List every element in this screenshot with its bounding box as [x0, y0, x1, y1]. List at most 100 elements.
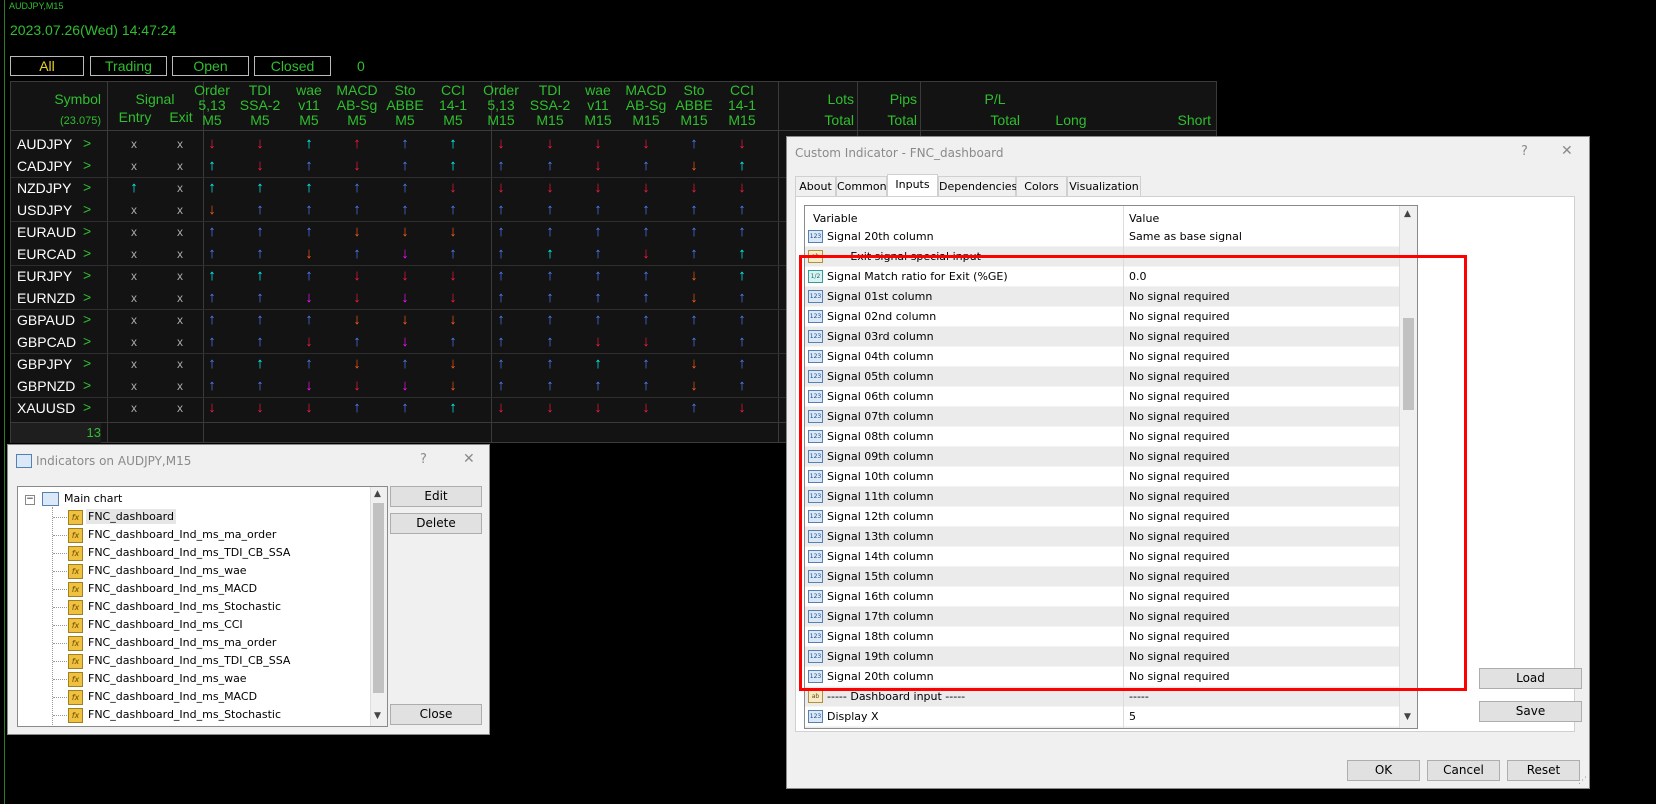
- tree-item[interactable]: FNC_dashboard: [86, 509, 176, 524]
- input-value[interactable]: Same as base signal: [1129, 230, 1242, 243]
- tree-dotted-guide: [52, 507, 53, 726]
- symbol-label[interactable]: NZDJPY: [17, 180, 71, 196]
- tree-item[interactable]: FNC_dashboard_Ind_ms_ma_order: [86, 635, 278, 650]
- indicators-dialog: Indicators on AUDJPY,M15 ? ✕ − Main char…: [7, 444, 490, 735]
- filter-button-all[interactable]: All: [10, 56, 84, 76]
- input-row[interactable]: 123Display Y2: [805, 727, 1400, 728]
- tree-item[interactable]: FNC_dashboard_Ind_ms_MACD: [86, 689, 259, 704]
- arrow-down-icon: ↓: [594, 135, 602, 152]
- indicator-fx-icon: fx: [68, 636, 83, 651]
- scroll-down-arrow-icon[interactable]: ▼: [374, 711, 381, 721]
- tree-collapse-toggle[interactable]: −: [25, 495, 35, 505]
- tab-about[interactable]: About: [795, 176, 836, 196]
- scroll-down-arrow-icon[interactable]: ▼: [1404, 712, 1411, 722]
- indicator-col-header: CCI: [729, 82, 755, 98]
- column-header-variable[interactable]: Variable: [813, 212, 858, 225]
- arrow-up-icon: ↑: [305, 223, 313, 240]
- ok-button[interactable]: OK: [1347, 760, 1420, 781]
- tree-item[interactable]: FNC_dashboard_Ind_ms_wae: [86, 671, 249, 686]
- symbol-label[interactable]: EURJPY: [17, 268, 72, 284]
- arrow-down-icon: ↓: [642, 333, 650, 350]
- tree-item[interactable]: FNC_dashboard_Ind_ms_Stochastic: [86, 707, 283, 722]
- arrow-up-icon: ↑: [353, 201, 361, 218]
- arrow-down-icon: ↓: [305, 245, 313, 262]
- main-chart-icon: [42, 492, 59, 506]
- symbol-label[interactable]: XAUUSD: [17, 400, 75, 416]
- symbol-label[interactable]: USDJPY: [17, 202, 72, 218]
- arrow-up-icon: ↑: [305, 267, 313, 284]
- symbol-label[interactable]: AUDJPY: [17, 136, 72, 152]
- tree-item[interactable]: FNC_dashboard_Ind_ms_Stochastic: [86, 599, 283, 614]
- arrow-down-icon: ↓: [449, 179, 457, 196]
- tree-item[interactable]: FNC_dashboard_Ind_ms_CCI: [86, 617, 245, 632]
- resize-grip-icon[interactable]: ⋰: [1578, 776, 1587, 786]
- symbol-label[interactable]: EURCAD: [17, 246, 76, 262]
- help-button[interactable]: ?: [1521, 144, 1528, 159]
- dashboard-row: EURJPY > x x ↑ ↑ ↑ ↓ ↓ ↓ ↑ ↑ ↑ ↑ ↓ ↑: [11, 266, 791, 288]
- arrow-down-icon: ↓: [449, 311, 457, 328]
- filter-button-trading[interactable]: Trading: [90, 56, 167, 76]
- column-header-value[interactable]: Value: [1129, 212, 1159, 225]
- close-icon[interactable]: ✕: [1561, 143, 1573, 159]
- save-button[interactable]: Save: [1479, 701, 1582, 722]
- lots-header: Lots: [827, 91, 854, 107]
- arrow-down-icon: ↓: [546, 135, 554, 152]
- reset-button[interactable]: Reset: [1507, 760, 1580, 781]
- input-row[interactable]: 123 Display X 5: [805, 707, 1400, 727]
- filter-button-open[interactable]: Open: [172, 56, 249, 76]
- arrow-down-icon: ↓: [256, 135, 264, 152]
- arrow-up-icon: ↑: [256, 223, 264, 240]
- arrow-up-icon: ↑: [208, 245, 216, 262]
- tab-visualization[interactable]: Visualization: [1067, 176, 1141, 196]
- tree-scrollbar[interactable]: ▲ ▼: [370, 487, 387, 726]
- tab-common[interactable]: Common: [836, 176, 887, 196]
- arrow-up-icon: ↑: [449, 157, 457, 174]
- tree-item[interactable]: FNC_dashboard_Ind_ms_MACD: [86, 581, 259, 596]
- arrow-up-icon: ↑: [256, 289, 264, 306]
- symbol-label[interactable]: CADJPY: [17, 158, 72, 174]
- symbol-label[interactable]: EURNZD: [17, 290, 75, 306]
- load-button[interactable]: Load: [1479, 668, 1582, 689]
- delete-button[interactable]: Delete: [390, 513, 482, 534]
- entry-signal: x: [131, 159, 137, 173]
- tree-root-main-chart[interactable]: Main chart: [64, 492, 122, 505]
- tree-branch-line: [53, 715, 67, 716]
- arrow-up-icon: ↑: [738, 223, 746, 240]
- scroll-up-arrow-icon[interactable]: ▲: [1404, 209, 1411, 219]
- arrow-down-icon: ↓: [208, 399, 216, 416]
- scroll-up-arrow-icon[interactable]: ▲: [374, 489, 381, 499]
- arrow-up-icon: ↑: [690, 135, 698, 152]
- symbol-label[interactable]: GBPNZD: [17, 378, 75, 394]
- help-button[interactable]: ?: [420, 452, 427, 467]
- arrow-up-icon: ↑: [546, 157, 554, 174]
- tree-item[interactable]: FNC_dashboard_Ind_ms_ma_order: [86, 527, 278, 542]
- arrow-up-icon: ↑: [546, 245, 554, 262]
- edit-button[interactable]: Edit: [390, 486, 482, 507]
- tree-item[interactable]: FNC_dashboard_Ind_ms_wae: [86, 563, 249, 578]
- scroll-thumb[interactable]: [373, 503, 384, 693]
- arrow-up-icon: ↑: [401, 399, 409, 416]
- filter-button-closed[interactable]: Closed: [254, 56, 331, 76]
- tree-item[interactable]: FNC_dashboard_Ind_ms_TDI_CB_SSA: [86, 545, 292, 560]
- tab-inputs[interactable]: Inputs: [887, 174, 938, 196]
- close-button[interactable]: Close: [390, 704, 482, 725]
- cancel-button[interactable]: Cancel: [1427, 760, 1500, 781]
- symbol-label[interactable]: GBPJPY: [17, 356, 72, 372]
- tab-colors[interactable]: Colors: [1016, 176, 1067, 196]
- arrow-down-icon: ↓: [208, 201, 216, 218]
- arrow-down-icon: ↓: [690, 355, 698, 372]
- tab-dependencies[interactable]: Dependencies: [938, 176, 1017, 196]
- input-value[interactable]: 5: [1129, 710, 1136, 723]
- tree-item[interactable]: FNC_dashboard_Ind_ms_TDI_CB_SSA: [86, 653, 292, 668]
- pl-total-header: Total: [990, 112, 1020, 128]
- symbol-label[interactable]: GBPCAD: [17, 334, 76, 350]
- exit-signal: x: [177, 159, 183, 173]
- symbol-label[interactable]: GBPAUD: [17, 312, 75, 328]
- symbol-label[interactable]: EURAUD: [17, 224, 76, 240]
- input-row[interactable]: 123 Signal 20th column Same as base signal: [805, 230, 1400, 247]
- arrow-up-icon: ↑: [642, 267, 650, 284]
- input-value[interactable]: -----: [1129, 690, 1149, 703]
- pl-header: P/L: [984, 91, 1006, 107]
- close-icon[interactable]: ✕: [463, 451, 475, 467]
- arrow-down-icon: ↓: [738, 135, 746, 152]
